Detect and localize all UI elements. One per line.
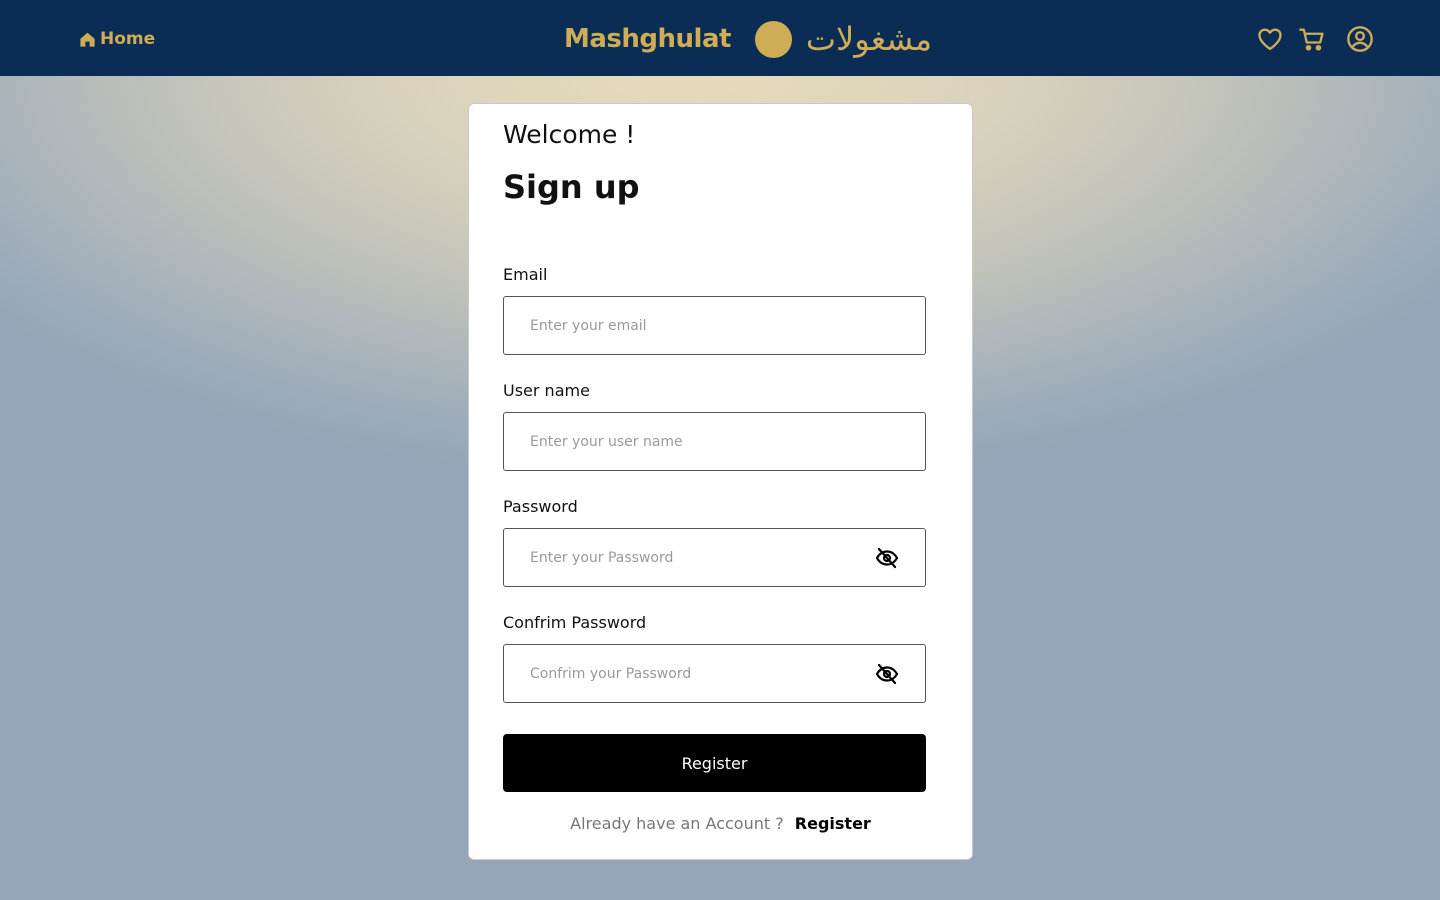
password-field-box — [503, 528, 926, 587]
header-actions — [1256, 24, 1374, 54]
username-label: User name — [503, 381, 590, 400]
home-link[interactable]: Home — [79, 28, 155, 50]
register-link[interactable]: Register — [795, 814, 871, 833]
home-icon — [79, 31, 96, 48]
email-label: Email — [503, 265, 548, 284]
account-prompt-row: Already have an Account ? Register — [469, 814, 972, 833]
brand-name: Mashghulat — [564, 24, 731, 54]
top-navigation-bar: Home Mashghulat مشغولات — [0, 0, 1440, 76]
register-button[interactable]: Register — [503, 734, 926, 792]
heart-icon[interactable] — [1256, 25, 1284, 53]
confirm-password-field[interactable] — [504, 645, 925, 702]
confirm-password-field-box — [503, 644, 926, 703]
page-title: Sign up — [503, 168, 640, 206]
email-field[interactable] — [504, 297, 925, 354]
password-field[interactable] — [504, 529, 925, 586]
username-field-box — [503, 412, 926, 471]
eye-off-icon[interactable] — [875, 547, 899, 569]
brand-dot — [754, 20, 792, 58]
home-label: Home — [100, 29, 156, 49]
brand-arabic-name: مشغولات — [805, 20, 932, 58]
password-label: Password — [503, 497, 578, 516]
brand-logo[interactable]: Mashghulat مشغولات — [564, 16, 932, 62]
username-field[interactable] — [504, 413, 925, 470]
eye-off-icon[interactable] — [875, 663, 899, 685]
signup-card: Welcome ! Sign up Email User name Passwo… — [468, 103, 973, 860]
user-circle-icon[interactable] — [1346, 25, 1374, 53]
welcome-text: Welcome ! — [503, 120, 636, 149]
cart-icon[interactable] — [1298, 25, 1326, 53]
confirm-password-label: Confrim Password — [503, 613, 647, 632]
account-prompt-text: Already have an Account ? — [570, 814, 784, 833]
email-field-box — [503, 296, 926, 355]
